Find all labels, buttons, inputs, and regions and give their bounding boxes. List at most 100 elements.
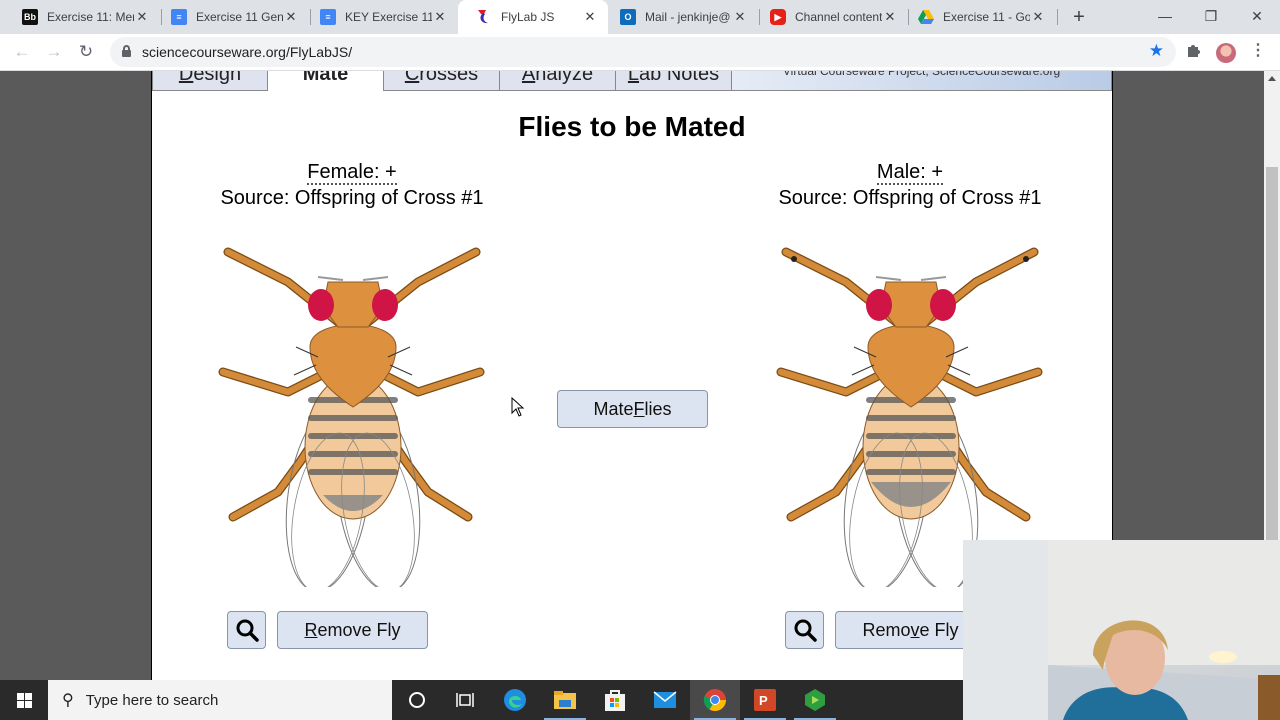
- abdomen-stripe: [866, 469, 956, 475]
- outlook-icon: O: [620, 9, 636, 25]
- chrome-menu-icon[interactable]: ⋮: [1250, 40, 1266, 60]
- task-view-icon[interactable]: [440, 680, 490, 720]
- fly-bristle: [389, 364, 413, 376]
- svg-text:P: P: [759, 693, 768, 708]
- fly-bristle: [293, 364, 317, 376]
- tab-title: Exercise 11: Men: [47, 10, 134, 24]
- close-window-button[interactable]: ✕: [1234, 0, 1280, 34]
- tab-title: Channel content: [795, 10, 882, 24]
- abdomen-stripe: [308, 415, 398, 421]
- scroll-up-arrow-icon[interactable]: [1268, 76, 1276, 81]
- tab-title: Exercise 11 - Go: [943, 10, 1030, 24]
- abdomen-stripe: [866, 451, 956, 457]
- close-tab-icon[interactable]: ✕: [432, 9, 448, 25]
- minimize-button[interactable]: —: [1142, 0, 1188, 34]
- tab-title: Exercise 11 Gene: [196, 10, 283, 24]
- close-tab-icon[interactable]: ✕: [1030, 9, 1046, 25]
- fly-eye: [930, 289, 956, 321]
- tab-analyze[interactable]: Analyze: [500, 71, 616, 91]
- tab-title: Mail - jenkinje@: [645, 10, 731, 24]
- bookmark-star-icon[interactable]: ★: [1149, 41, 1164, 61]
- remove-female-fly-button[interactable]: Remove Fly: [277, 611, 428, 649]
- browser-tab[interactable]: ▶ Channel content ✕: [752, 0, 908, 34]
- male-info: Male: + Source: Offspring of Cross #1: [740, 161, 1080, 210]
- forward-button[interactable]: →: [42, 40, 66, 64]
- magnifier-icon: [794, 619, 817, 642]
- close-tab-icon[interactable]: ✕: [882, 9, 898, 25]
- browser-tab[interactable]: Exercise 11 - Go ✕: [900, 0, 1056, 34]
- female-genotype-label[interactable]: Female: +: [307, 161, 397, 185]
- fly-eye: [372, 289, 398, 321]
- mail-icon[interactable]: [640, 680, 690, 720]
- browser-toolbar: ← → ↻ sciencecourseware.org/FlyLabJS/ ★ …: [0, 34, 1280, 71]
- tab-crosses[interactable]: Crosses: [384, 71, 500, 91]
- lock-icon: [122, 45, 131, 58]
- browser-tab[interactable]: Bb Exercise 11: Men ✕: [4, 0, 160, 34]
- browser-tab-strip: Bb Exercise 11: Men ✕ ≡ Exercise 11 Gene…: [0, 0, 1280, 34]
- close-tab-icon[interactable]: ✕: [283, 9, 299, 25]
- tab-lab-notes[interactable]: Lab Notes: [616, 71, 732, 91]
- magnify-female-button[interactable]: [227, 611, 266, 649]
- powerpoint-icon[interactable]: P: [740, 680, 790, 720]
- close-tab-icon[interactable]: ✕: [134, 9, 150, 25]
- tab-title: FlyLab JS: [501, 10, 555, 24]
- credit-banner: Virtual Courseware Project, ScienceCours…: [732, 71, 1112, 91]
- taskbar-search-box[interactable]: ⚲ Type here to search: [48, 680, 392, 720]
- female-source: Source: Offspring of Cross #1: [220, 187, 484, 209]
- sex-comb: [791, 256, 797, 262]
- browser-tab[interactable]: O Mail - jenkinje@ ✕: [602, 0, 758, 34]
- fly-eye: [308, 289, 334, 321]
- edge-icon[interactable]: [490, 680, 540, 720]
- reload-button[interactable]: ↻: [74, 40, 98, 64]
- chrome-icon[interactable]: [690, 680, 740, 720]
- female-info: Female: + Source: Offspring of Cross #1: [182, 161, 522, 210]
- extensions-puzzle-icon[interactable]: [1185, 42, 1201, 63]
- mouse-cursor-icon: [511, 397, 525, 417]
- male-fly-image: [776, 247, 1043, 587]
- url-text[interactable]: sciencecourseware.org/FlyLabJS/: [142, 44, 352, 60]
- profile-avatar[interactable]: [1216, 43, 1236, 63]
- tab-design[interactable]: Design: [152, 71, 268, 91]
- abdomen-stripe: [866, 433, 956, 439]
- browser-tab[interactable]: ≡ KEY Exercise 11 ✕: [302, 0, 458, 34]
- abdomen-stripe: [308, 433, 398, 439]
- tab-mate[interactable]: Mate: [268, 71, 384, 91]
- close-tab-icon[interactable]: ✕: [732, 9, 748, 25]
- new-tab-button[interactable]: +: [1068, 4, 1090, 30]
- youtube-icon: ▶: [770, 9, 786, 25]
- male-source: Source: Offspring of Cross #1: [778, 187, 1042, 209]
- male-genotype-label[interactable]: Male: +: [876, 161, 944, 185]
- camtasia-icon[interactable]: [790, 680, 840, 720]
- sex-comb: [1023, 256, 1029, 262]
- start-button[interactable]: [0, 680, 48, 720]
- fly-eye: [866, 289, 892, 321]
- fly-antenna: [317, 276, 389, 281]
- fly-bristle: [947, 364, 971, 376]
- magnifier-icon: [236, 619, 259, 642]
- store-icon[interactable]: [590, 680, 640, 720]
- fly-bristle: [851, 364, 875, 376]
- abdomen-stripe: [308, 451, 398, 457]
- google-docs-icon: ≡: [171, 9, 187, 25]
- blackboard-icon: Bb: [22, 9, 38, 25]
- female-fly-image: [218, 247, 485, 587]
- windows-logo-icon: [16, 692, 32, 708]
- browser-tab[interactable]: ≡ Exercise 11 Gene ✕: [153, 0, 309, 34]
- mate-flies-button[interactable]: Mate Flies: [557, 390, 708, 428]
- tab-title: KEY Exercise 11: [345, 10, 432, 24]
- back-button[interactable]: ←: [10, 40, 34, 64]
- fly-antenna: [875, 276, 947, 281]
- webcam-video-overlay: [963, 540, 1280, 720]
- file-explorer-icon[interactable]: [540, 680, 590, 720]
- restore-button[interactable]: ❐: [1188, 0, 1234, 34]
- browser-tab-active[interactable]: FlyLab JS ✕: [458, 0, 608, 34]
- magnify-male-button[interactable]: [785, 611, 824, 649]
- search-icon: ⚲: [62, 692, 74, 709]
- flylab-nav-tabs: Design Mate Crosses Analyze Lab Notes Vi…: [152, 71, 1112, 91]
- google-docs-icon: ≡: [320, 9, 336, 25]
- page-title: Flies to be Mated: [518, 111, 746, 142]
- close-tab-icon[interactable]: ✕: [582, 9, 598, 25]
- address-bar[interactable]: sciencecourseware.org/FlyLabJS/ ★: [110, 37, 1176, 67]
- cortana-icon[interactable]: [392, 680, 442, 720]
- abdomen-stripe: [866, 415, 956, 421]
